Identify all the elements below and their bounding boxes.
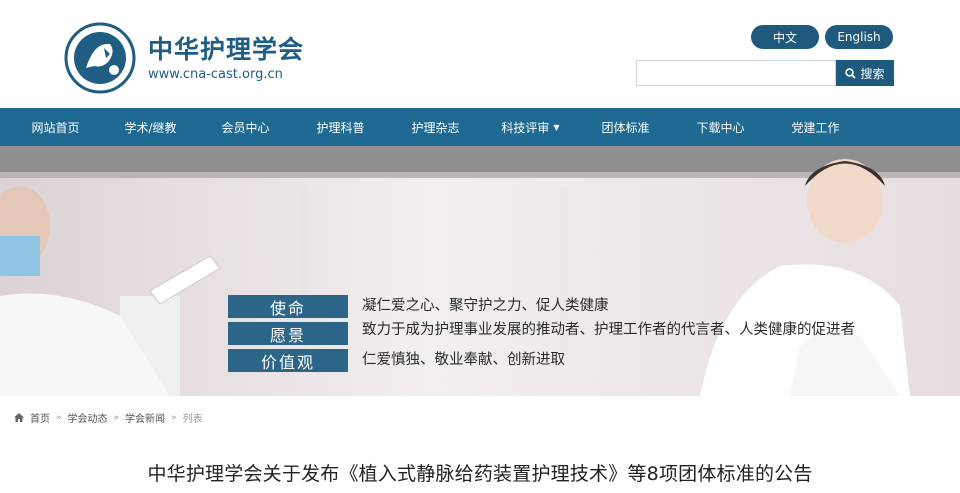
search-bar: 搜索: [636, 60, 894, 86]
nav-item-review[interactable]: 科技评审 ▼: [483, 108, 578, 146]
nav-item-party[interactable]: 党建工作: [768, 108, 863, 146]
nav-item-academic[interactable]: 学术/继教: [103, 108, 198, 146]
vision-label: 愿景: [228, 322, 348, 345]
values-text: 仁爱慎独、敬业奉献、创新进取: [362, 352, 565, 368]
breadcrumb-separator-icon: »: [171, 412, 177, 423]
values-row: 价值观 仁爱慎独、敬业奉献、创新进取: [228, 349, 882, 372]
site-header: 中华护理学会 www.cna-cast.org.cn 中文 English 搜索: [0, 0, 960, 108]
mission-panel: 使命 凝仁爱之心、聚守护之力、促人类健康 愿景 致力于成为护理事业发展的推动者、…: [228, 295, 882, 376]
org-url: www.cna-cast.org.cn: [148, 66, 283, 82]
search-button-label: 搜索: [860, 66, 885, 81]
breadcrumb-news[interactable]: 学会动态: [68, 410, 108, 425]
home-icon: [14, 413, 24, 422]
article-title: 中华护理学会关于发布《植入式静脉给药装置护理技术》等8项团体标准的公告: [147, 463, 813, 485]
nav-item-downloads[interactable]: 下载中心: [673, 108, 768, 146]
mission-text: 凝仁爱之心、聚守护之力、促人类健康: [362, 298, 609, 314]
nav-item-standards[interactable]: 团体标准: [578, 108, 673, 146]
nav-item-journal[interactable]: 护理杂志: [388, 108, 483, 146]
site-logo[interactable]: 中华护理学会 www.cna-cast.org.cn: [64, 22, 304, 94]
lang-en-button[interactable]: English: [825, 25, 893, 49]
nav-item-members[interactable]: 会员中心: [198, 108, 293, 146]
breadcrumb-separator-icon: »: [56, 412, 62, 423]
org-name: 中华护理学会: [148, 34, 305, 64]
values-label: 价值观: [228, 349, 348, 372]
breadcrumb-current: 列表: [182, 414, 203, 425]
breadcrumb: 首页 » 学会动态 » 学会新闻 » 列表: [14, 410, 203, 425]
lang-zh-button[interactable]: 中文: [751, 25, 819, 49]
breadcrumb-home[interactable]: 首页: [30, 410, 50, 425]
mission-row: 使命 凝仁爱之心、聚守护之力、促人类健康: [228, 295, 882, 318]
search-input[interactable]: [636, 60, 836, 86]
main-nav: 网站首页 学术/继教 会员中心 护理科普 护理杂志 科技评审 ▼ 团体标准 下载中…: [0, 108, 960, 146]
logo-emblem-icon: [64, 22, 136, 94]
breadcrumb-separator-icon: »: [113, 412, 120, 423]
vision-row: 愿景 致力于成为护理事业发展的推动者、护理工作者的代言者、人类健康的促进者: [228, 322, 882, 345]
vision-text: 致力于成为护理事业发展的推动者、护理工作者的代言者、人类健康的促进者: [362, 322, 855, 338]
nav-item-home[interactable]: 网站首页: [8, 108, 103, 146]
nav-item-science[interactable]: 护理科普: [293, 108, 388, 146]
search-button[interactable]: 搜索: [836, 60, 894, 86]
mission-label: 使命: [228, 295, 348, 318]
search-icon: [845, 67, 857, 79]
breadcrumb-society-news[interactable]: 学会新闻: [125, 410, 165, 425]
language-switcher: 中文 English: [751, 25, 893, 49]
caret-down-icon: ▼: [553, 122, 560, 132]
